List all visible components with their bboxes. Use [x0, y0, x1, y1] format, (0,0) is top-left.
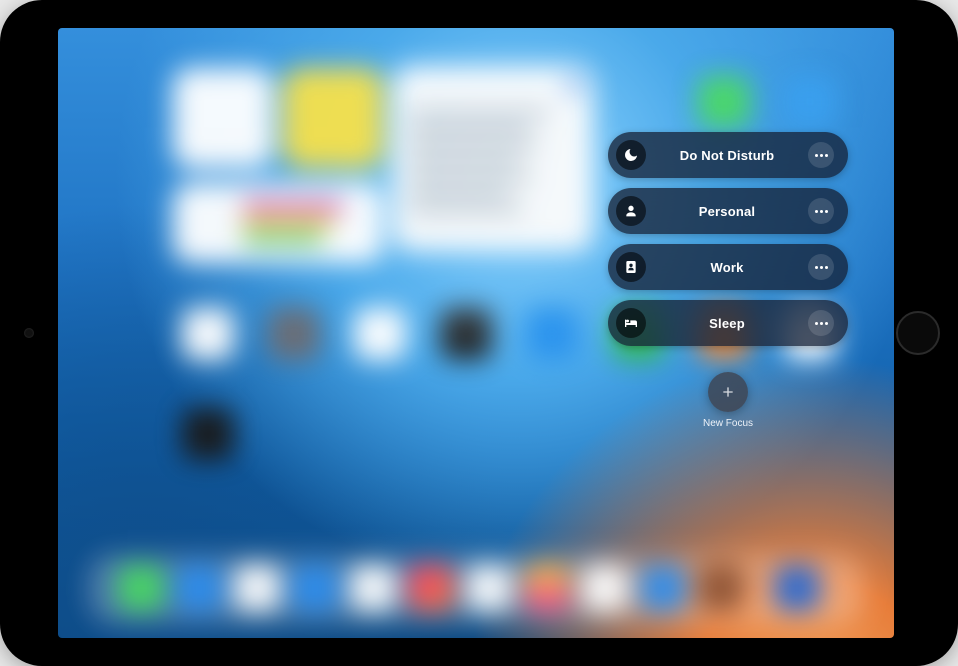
more-icon[interactable] — [808, 142, 834, 168]
more-icon[interactable] — [808, 310, 834, 336]
badge-icon — [616, 252, 646, 282]
person-icon — [616, 196, 646, 226]
screen: Do Not Disturb Personal Work — [58, 28, 894, 638]
widget-notes — [283, 68, 383, 168]
plus-icon — [708, 372, 748, 412]
focus-item-work[interactable]: Work — [608, 244, 848, 290]
new-focus-label: New Focus — [703, 418, 753, 429]
widget-calendar — [173, 183, 383, 263]
widget-clock — [173, 68, 273, 168]
focus-panel: Do Not Disturb Personal Work — [608, 132, 848, 429]
bed-icon — [616, 308, 646, 338]
front-camera — [24, 328, 34, 338]
moon-icon — [616, 140, 646, 170]
focus-item-label: Do Not Disturb — [646, 148, 808, 163]
focus-item-label: Sleep — [646, 316, 808, 331]
focus-item-personal[interactable]: Personal — [608, 188, 848, 234]
new-focus[interactable]: New Focus — [608, 372, 848, 429]
focus-item-label: Personal — [646, 204, 808, 219]
dock — [88, 554, 864, 624]
more-icon[interactable] — [808, 254, 834, 280]
more-icon[interactable] — [808, 198, 834, 224]
home-button[interactable] — [896, 311, 940, 355]
focus-item-sleep[interactable]: Sleep — [608, 300, 848, 346]
ipad-device-frame: Do Not Disturb Personal Work — [0, 0, 958, 666]
widget-reminders — [393, 66, 593, 251]
focus-item-do-not-disturb[interactable]: Do Not Disturb — [608, 132, 848, 178]
focus-item-label: Work — [646, 260, 808, 275]
